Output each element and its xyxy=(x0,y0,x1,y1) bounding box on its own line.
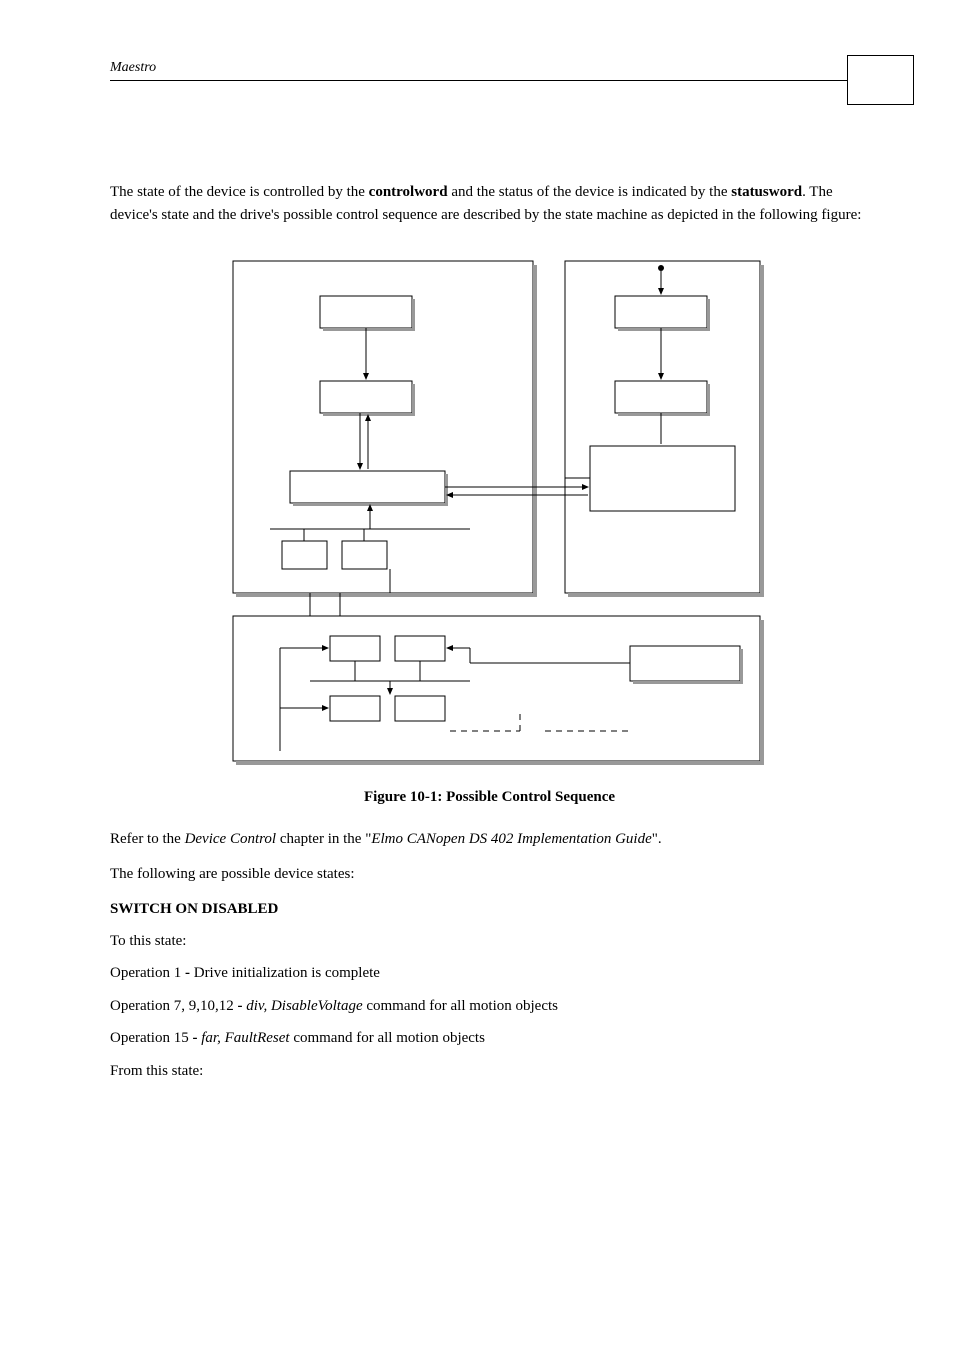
header-corner-box xyxy=(847,55,914,105)
controlword: controlword xyxy=(369,184,448,200)
following-states: The following are possible device states… xyxy=(110,863,869,886)
from-this-state: From this state: xyxy=(110,1060,869,1083)
intro-paragraph: The state of the device is controlled by… xyxy=(110,181,869,226)
refer-paragraph: Refer to the Device Control chapter in t… xyxy=(110,828,869,851)
refer-text: chapter in the " xyxy=(276,831,371,847)
op-text: Operation 15 xyxy=(110,1030,192,1046)
operation-15: Operation 15 - far, FaultReset command f… xyxy=(110,1027,869,1050)
refer-text: Refer to the xyxy=(110,831,185,847)
refer-chapter: Device Control xyxy=(185,831,277,847)
operation-7-9-10-12: Operation 7, 9,10,12 - div, DisableVolta… xyxy=(110,995,869,1018)
op-command: far, FaultReset xyxy=(197,1030,289,1046)
operation-1: Operation 1 - Drive initialization is co… xyxy=(110,962,869,985)
op-text: command for all motion objects xyxy=(290,1030,485,1046)
statusword: statusword xyxy=(731,184,802,200)
to-this-state: To this state: xyxy=(110,930,869,953)
op-text: Operation 7, 9,10,12 xyxy=(110,998,237,1014)
state-heading: SWITCH ON DISABLED xyxy=(110,901,869,918)
state-diagram xyxy=(210,251,770,771)
op-text: Drive initialization is complete xyxy=(190,965,380,981)
intro-text: The state of the device is controlled by… xyxy=(110,184,369,200)
figure-caption: Figure 10-1: Possible Control Sequence xyxy=(110,789,869,806)
refer-text: ". xyxy=(652,831,662,847)
op-command: div, DisableVoltage xyxy=(242,998,362,1014)
header-title: Maestro xyxy=(110,60,156,76)
diagram-svg xyxy=(210,251,770,771)
refer-guide: Elmo CANopen DS 402 Implementation Guide xyxy=(371,831,651,847)
op-text: command for all motion objects xyxy=(363,998,558,1014)
op-text: Operation 1 xyxy=(110,965,185,981)
page-header: Maestro xyxy=(110,60,869,81)
intro-text: and the status of the device is indicate… xyxy=(448,184,732,200)
